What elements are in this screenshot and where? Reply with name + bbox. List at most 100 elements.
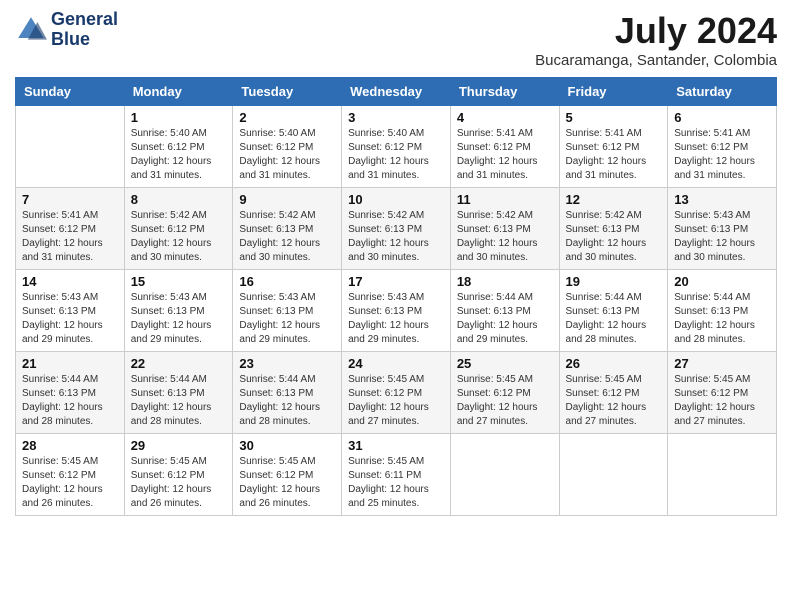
calendar-week-row: 28 Sunrise: 5:45 AMSunset: 6:12 PMDaylig…: [16, 434, 777, 516]
calendar-cell: 3 Sunrise: 5:40 AMSunset: 6:12 PMDayligh…: [342, 106, 451, 188]
col-thursday: Thursday: [450, 78, 559, 106]
day-number: 31: [348, 438, 444, 453]
day-number: 30: [239, 438, 335, 453]
calendar-cell: 18 Sunrise: 5:44 AMSunset: 6:13 PMDaylig…: [450, 270, 559, 352]
calendar-cell: 24 Sunrise: 5:45 AMSunset: 6:12 PMDaylig…: [342, 352, 451, 434]
calendar-cell: [668, 434, 777, 516]
title-section: July 2024 Bucaramanga, Santander, Colomb…: [535, 10, 777, 69]
day-number: 4: [457, 110, 553, 125]
calendar-cell: 29 Sunrise: 5:45 AMSunset: 6:12 PMDaylig…: [124, 434, 233, 516]
calendar-week-row: 14 Sunrise: 5:43 AMSunset: 6:13 PMDaylig…: [16, 270, 777, 352]
day-number: 24: [348, 356, 444, 371]
day-info: Sunrise: 5:45 AMSunset: 6:12 PMDaylight:…: [22, 455, 118, 511]
logo-icon: [15, 14, 47, 46]
day-number: 25: [457, 356, 553, 371]
col-friday: Friday: [559, 78, 668, 106]
col-monday: Monday: [124, 78, 233, 106]
day-info: Sunrise: 5:45 AMSunset: 6:11 PMDaylight:…: [348, 455, 444, 511]
day-info: Sunrise: 5:42 AMSunset: 6:13 PMDaylight:…: [457, 209, 553, 265]
day-number: 10: [348, 192, 444, 207]
logo: General Blue: [15, 10, 118, 50]
day-info: Sunrise: 5:43 AMSunset: 6:13 PMDaylight:…: [348, 291, 444, 347]
day-number: 3: [348, 110, 444, 125]
calendar-cell: 19 Sunrise: 5:44 AMSunset: 6:13 PMDaylig…: [559, 270, 668, 352]
calendar-cell: 4 Sunrise: 5:41 AMSunset: 6:12 PMDayligh…: [450, 106, 559, 188]
day-number: 27: [674, 356, 770, 371]
day-info: Sunrise: 5:42 AMSunset: 6:12 PMDaylight:…: [131, 209, 227, 265]
calendar-cell: 9 Sunrise: 5:42 AMSunset: 6:13 PMDayligh…: [233, 188, 342, 270]
calendar-cell: 6 Sunrise: 5:41 AMSunset: 6:12 PMDayligh…: [668, 106, 777, 188]
calendar-cell: 23 Sunrise: 5:44 AMSunset: 6:13 PMDaylig…: [233, 352, 342, 434]
day-info: Sunrise: 5:45 AMSunset: 6:12 PMDaylight:…: [239, 455, 335, 511]
day-info: Sunrise: 5:44 AMSunset: 6:13 PMDaylight:…: [566, 291, 662, 347]
day-number: 13: [674, 192, 770, 207]
day-number: 20: [674, 274, 770, 289]
day-number: 12: [566, 192, 662, 207]
calendar-week-row: 7 Sunrise: 5:41 AMSunset: 6:12 PMDayligh…: [16, 188, 777, 270]
header: General Blue July 2024 Bucaramanga, Sant…: [15, 10, 777, 69]
day-number: 14: [22, 274, 118, 289]
day-info: Sunrise: 5:43 AMSunset: 6:13 PMDaylight:…: [131, 291, 227, 347]
day-number: 7: [22, 192, 118, 207]
calendar-cell: 7 Sunrise: 5:41 AMSunset: 6:12 PMDayligh…: [16, 188, 125, 270]
calendar-cell: 25 Sunrise: 5:45 AMSunset: 6:12 PMDaylig…: [450, 352, 559, 434]
day-number: 2: [239, 110, 335, 125]
day-number: 26: [566, 356, 662, 371]
day-info: Sunrise: 5:45 AMSunset: 6:12 PMDaylight:…: [566, 373, 662, 429]
day-number: 23: [239, 356, 335, 371]
calendar-cell: 15 Sunrise: 5:43 AMSunset: 6:13 PMDaylig…: [124, 270, 233, 352]
day-info: Sunrise: 5:44 AMSunset: 6:13 PMDaylight:…: [674, 291, 770, 347]
col-sunday: Sunday: [16, 78, 125, 106]
day-number: 21: [22, 356, 118, 371]
day-info: Sunrise: 5:44 AMSunset: 6:13 PMDaylight:…: [131, 373, 227, 429]
day-info: Sunrise: 5:41 AMSunset: 6:12 PMDaylight:…: [457, 127, 553, 183]
day-number: 5: [566, 110, 662, 125]
day-info: Sunrise: 5:42 AMSunset: 6:13 PMDaylight:…: [348, 209, 444, 265]
calendar-cell: 11 Sunrise: 5:42 AMSunset: 6:13 PMDaylig…: [450, 188, 559, 270]
day-number: 29: [131, 438, 227, 453]
day-info: Sunrise: 5:43 AMSunset: 6:13 PMDaylight:…: [22, 291, 118, 347]
day-info: Sunrise: 5:40 AMSunset: 6:12 PMDaylight:…: [239, 127, 335, 183]
header-row: Sunday Monday Tuesday Wednesday Thursday…: [16, 78, 777, 106]
calendar-cell: 22 Sunrise: 5:44 AMSunset: 6:13 PMDaylig…: [124, 352, 233, 434]
day-info: Sunrise: 5:42 AMSunset: 6:13 PMDaylight:…: [566, 209, 662, 265]
day-info: Sunrise: 5:44 AMSunset: 6:13 PMDaylight:…: [457, 291, 553, 347]
day-info: Sunrise: 5:45 AMSunset: 6:12 PMDaylight:…: [674, 373, 770, 429]
day-info: Sunrise: 5:44 AMSunset: 6:13 PMDaylight:…: [239, 373, 335, 429]
calendar-cell: 13 Sunrise: 5:43 AMSunset: 6:13 PMDaylig…: [668, 188, 777, 270]
logo-text: General Blue: [51, 10, 118, 50]
calendar-table: Sunday Monday Tuesday Wednesday Thursday…: [15, 77, 777, 516]
day-info: Sunrise: 5:40 AMSunset: 6:12 PMDaylight:…: [348, 127, 444, 183]
day-number: 28: [22, 438, 118, 453]
day-info: Sunrise: 5:45 AMSunset: 6:12 PMDaylight:…: [131, 455, 227, 511]
calendar-cell: 28 Sunrise: 5:45 AMSunset: 6:12 PMDaylig…: [16, 434, 125, 516]
calendar-cell: 21 Sunrise: 5:44 AMSunset: 6:13 PMDaylig…: [16, 352, 125, 434]
calendar-cell: 5 Sunrise: 5:41 AMSunset: 6:12 PMDayligh…: [559, 106, 668, 188]
day-number: 18: [457, 274, 553, 289]
day-number: 6: [674, 110, 770, 125]
day-number: 8: [131, 192, 227, 207]
calendar-cell: 10 Sunrise: 5:42 AMSunset: 6:13 PMDaylig…: [342, 188, 451, 270]
day-number: 15: [131, 274, 227, 289]
day-number: 11: [457, 192, 553, 207]
calendar-cell: 27 Sunrise: 5:45 AMSunset: 6:12 PMDaylig…: [668, 352, 777, 434]
day-number: 9: [239, 192, 335, 207]
day-info: Sunrise: 5:44 AMSunset: 6:13 PMDaylight:…: [22, 373, 118, 429]
calendar-cell: 30 Sunrise: 5:45 AMSunset: 6:12 PMDaylig…: [233, 434, 342, 516]
calendar-cell: 31 Sunrise: 5:45 AMSunset: 6:11 PMDaylig…: [342, 434, 451, 516]
day-info: Sunrise: 5:41 AMSunset: 6:12 PMDaylight:…: [566, 127, 662, 183]
col-wednesday: Wednesday: [342, 78, 451, 106]
day-info: Sunrise: 5:42 AMSunset: 6:13 PMDaylight:…: [239, 209, 335, 265]
calendar-cell: 14 Sunrise: 5:43 AMSunset: 6:13 PMDaylig…: [16, 270, 125, 352]
calendar-cell: 2 Sunrise: 5:40 AMSunset: 6:12 PMDayligh…: [233, 106, 342, 188]
calendar-cell: 16 Sunrise: 5:43 AMSunset: 6:13 PMDaylig…: [233, 270, 342, 352]
calendar-cell: 12 Sunrise: 5:42 AMSunset: 6:13 PMDaylig…: [559, 188, 668, 270]
calendar-cell: [16, 106, 125, 188]
day-info: Sunrise: 5:43 AMSunset: 6:13 PMDaylight:…: [239, 291, 335, 347]
calendar-cell: 20 Sunrise: 5:44 AMSunset: 6:13 PMDaylig…: [668, 270, 777, 352]
day-info: Sunrise: 5:43 AMSunset: 6:13 PMDaylight:…: [674, 209, 770, 265]
calendar-cell: 1 Sunrise: 5:40 AMSunset: 6:12 PMDayligh…: [124, 106, 233, 188]
month-title: July 2024: [535, 10, 777, 52]
day-number: 1: [131, 110, 227, 125]
page-container: General Blue July 2024 Bucaramanga, Sant…: [15, 10, 777, 516]
